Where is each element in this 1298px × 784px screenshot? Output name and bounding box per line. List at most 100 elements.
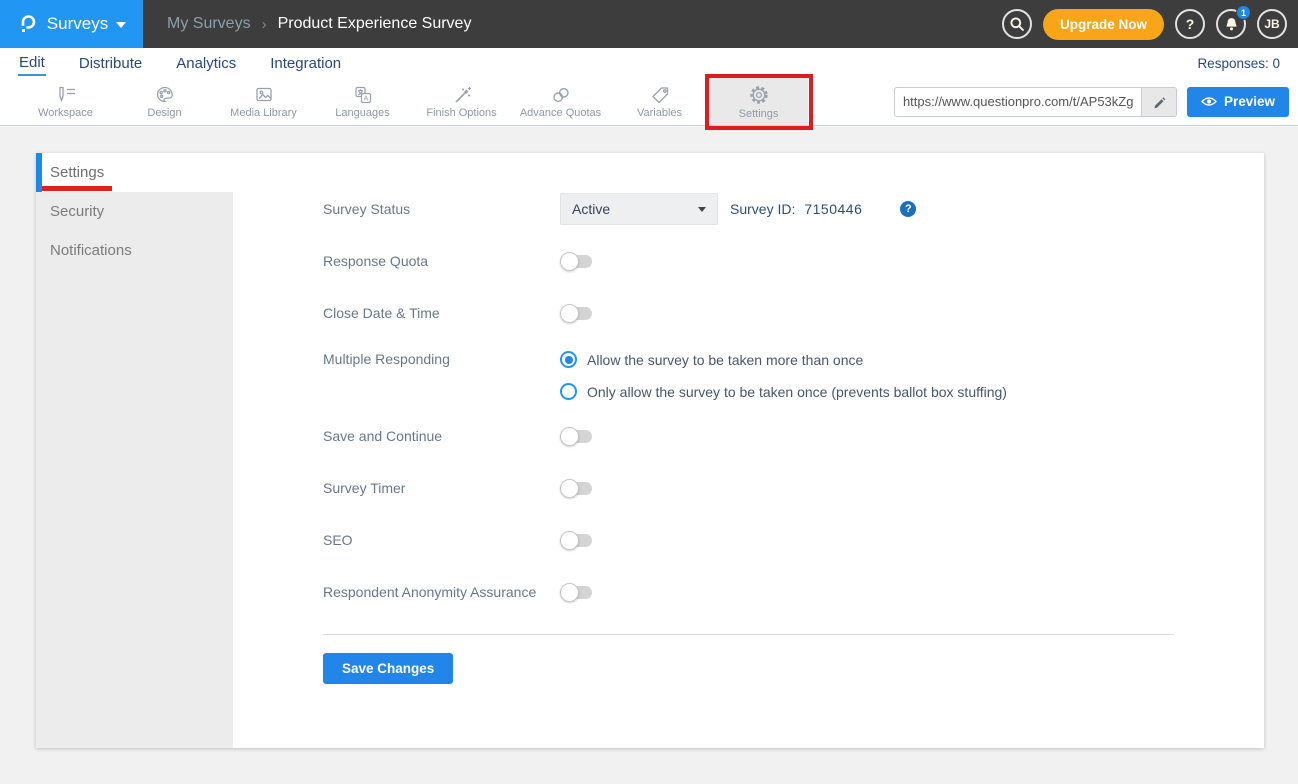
respondent-anonymity-toggle[interactable] <box>562 586 592 599</box>
design-icon <box>154 85 176 105</box>
close-date-time-row: Close Date & Time <box>323 287 1174 339</box>
response-quota-row: Response Quota <box>323 235 1174 287</box>
media-library-icon <box>253 85 275 105</box>
breadcrumb: My Surveys › Product Experience Survey <box>167 15 471 33</box>
save-changes-button[interactable]: Save Changes <box>323 653 453 684</box>
questionpro-logo-icon <box>17 13 39 35</box>
toolbar-item-variables[interactable]: Variables <box>610 78 709 125</box>
svg-text:A: A <box>363 95 368 102</box>
respondent-anonymity-label: Respondent Anonymity Assurance <box>323 584 560 600</box>
user-avatar[interactable]: JB <box>1257 9 1287 39</box>
toggle-knob <box>560 427 579 446</box>
toolbar-item-settings[interactable]: Settings <box>709 78 808 125</box>
multiple-responding-row: Multiple Responding Allow the survey to … <box>323 339 1174 410</box>
radio-option-only-once[interactable]: Only allow the survey to be taken once (… <box>560 383 1007 400</box>
sidebar-item-notifications[interactable]: Notifications <box>36 231 233 270</box>
survey-status-select[interactable]: Active <box>560 193 718 225</box>
help-button[interactable]: ? <box>1175 9 1205 39</box>
sidebar-item-settings[interactable]: Settings <box>36 153 233 192</box>
save-and-continue-row: Save and Continue <box>323 410 1174 462</box>
survey-url-input[interactable] <box>895 94 1141 109</box>
settings-gear-icon <box>748 84 770 106</box>
product-name: Surveys <box>47 14 108 34</box>
settings-form: Survey Status Active Survey ID: 7150446 … <box>233 153 1264 748</box>
bell-icon <box>1223 16 1240 33</box>
toolbar-item-languages[interactable]: A Languages <box>313 78 412 125</box>
help-question-icon: ? <box>1186 16 1195 32</box>
product-switcher[interactable]: Surveys <box>0 0 143 48</box>
survey-id-label: Survey ID: <box>730 201 795 217</box>
radio-option-allow-multiple[interactable]: Allow the survey to be taken more than o… <box>560 351 1007 368</box>
main-area: Settings Security Notifications Survey S… <box>0 126 1298 748</box>
upgrade-now-button[interactable]: Upgrade Now <box>1043 9 1164 40</box>
radio-selected-icon[interactable] <box>560 351 577 368</box>
breadcrumb-survey-title: Product Experience Survey <box>278 15 472 33</box>
variables-icon <box>649 85 671 105</box>
search-button[interactable] <box>1002 9 1032 39</box>
breadcrumb-my-surveys[interactable]: My Surveys <box>167 15 251 33</box>
toolbar-item-label: Media Library <box>230 107 297 119</box>
preview-button[interactable]: Preview <box>1187 87 1289 117</box>
multiple-responding-label: Multiple Responding <box>323 351 560 367</box>
search-icon <box>1009 16 1025 32</box>
tab-integration[interactable]: Integration <box>269 52 342 75</box>
tab-edit[interactable]: Edit <box>18 51 46 76</box>
top-bar: Surveys My Surveys › Product Experience … <box>0 0 1298 48</box>
toolbar-item-media-library[interactable]: Media Library <box>214 78 313 125</box>
toolbar-item-label: Settings <box>739 108 779 120</box>
settings-sidebar: Settings Security Notifications <box>36 153 233 748</box>
sidebar-item-security[interactable]: Security <box>36 192 233 231</box>
toolbar-item-advance-quotas[interactable]: Advance Quotas <box>511 78 610 125</box>
workspace-icon <box>55 85 77 105</box>
respondent-anonymity-row: Respondent Anonymity Assurance <box>323 566 1174 618</box>
survey-id: Survey ID: 7150446 <box>730 201 862 217</box>
survey-status-label: Survey Status <box>323 201 560 217</box>
sidebar-item-label: Notifications <box>50 242 132 259</box>
edit-toolbar: Workspace Design Media Library <box>0 78 1298 126</box>
toolbar-right: Preview <box>894 78 1298 125</box>
close-date-time-toggle[interactable] <box>562 307 592 320</box>
toggle-knob <box>560 583 579 602</box>
toggle-knob <box>560 304 579 323</box>
tab-distribute[interactable]: Distribute <box>78 52 143 75</box>
toolbar-item-finish-options[interactable]: Finish Options <box>412 78 511 125</box>
topbar-actions: Upgrade Now ? 1 JB <box>1002 9 1298 40</box>
responses-count: Responses: 0 <box>1197 56 1280 71</box>
avatar-initials: JB <box>1264 17 1279 31</box>
survey-id-help-icon[interactable]: ? <box>900 201 916 217</box>
pencil-icon <box>1152 95 1166 109</box>
sidebar-item-label: Security <box>50 203 104 220</box>
toolbar-item-label: Design <box>147 107 181 119</box>
seo-label: SEO <box>323 532 560 548</box>
survey-timer-toggle[interactable] <box>562 482 592 495</box>
response-quota-toggle[interactable] <box>562 255 592 268</box>
radio-unselected-icon[interactable] <box>560 383 577 400</box>
form-divider <box>323 634 1174 635</box>
survey-url-box <box>894 87 1177 117</box>
survey-status-row: Survey Status Active Survey ID: 7150446 … <box>323 183 1174 235</box>
chevron-down-icon <box>698 207 706 212</box>
advance-quotas-icon <box>550 85 572 105</box>
eye-icon <box>1201 96 1217 107</box>
toolbar-item-label: Variables <box>637 107 682 119</box>
radio-option-label: Allow the survey to be taken more than o… <box>587 352 863 368</box>
app-screen: Surveys My Surveys › Product Experience … <box>0 0 1298 784</box>
toolbar-item-workspace[interactable]: Workspace <box>16 78 115 125</box>
seo-toggle[interactable] <box>562 534 592 547</box>
sidebar-item-label: Settings <box>50 164 104 181</box>
settings-card: Settings Security Notifications Survey S… <box>36 153 1264 748</box>
save-and-continue-toggle[interactable] <box>562 430 592 443</box>
tab-analytics[interactable]: Analytics <box>175 52 237 75</box>
radio-option-label: Only allow the survey to be taken once (… <box>587 384 1007 400</box>
breadcrumb-separator-icon: › <box>262 16 267 33</box>
finish-options-icon <box>451 85 473 105</box>
close-date-time-label: Close Date & Time <box>323 305 560 321</box>
survey-timer-row: Survey Timer <box>323 462 1174 514</box>
toolbar-item-design[interactable]: Design <box>115 78 214 125</box>
toolbar-item-label: Languages <box>335 107 389 119</box>
survey-id-value: 7150446 <box>804 201 862 217</box>
edit-url-button[interactable] <box>1141 87 1176 117</box>
toolbar-item-label: Advance Quotas <box>520 107 601 119</box>
toggle-knob <box>560 531 579 550</box>
seo-row: SEO <box>323 514 1174 566</box>
